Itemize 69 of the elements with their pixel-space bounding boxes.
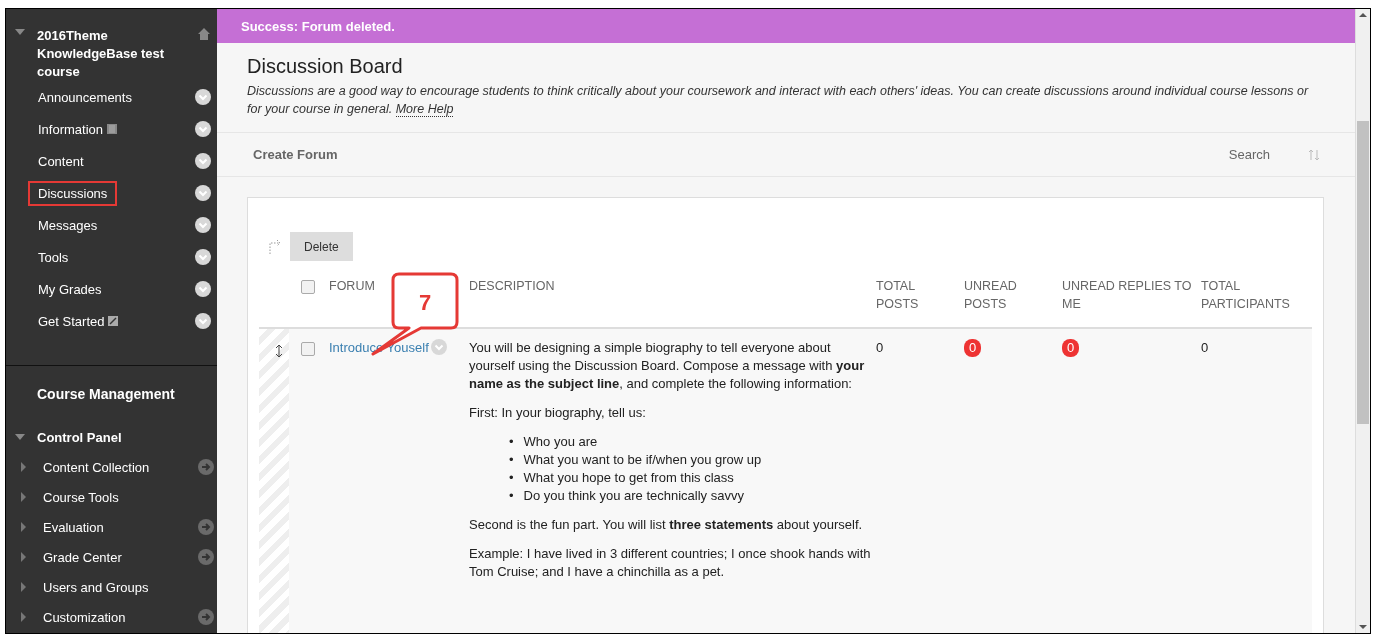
column-header[interactable]: TOTAL POSTS	[876, 277, 964, 313]
page-title: Discussion Board	[247, 55, 404, 78]
bullet: •	[509, 433, 514, 451]
column-header[interactable]: UNREAD POSTS	[964, 277, 1062, 313]
menu-item[interactable]: Customization	[43, 609, 198, 625]
menu-item[interactable]: Grade Center	[43, 549, 198, 565]
menu-item[interactable]: Content Collection	[43, 459, 198, 475]
selection-arrow-icon	[269, 238, 282, 255]
chevron-down-icon[interactable]	[195, 185, 211, 201]
bullet: •	[509, 487, 514, 505]
row-checkbox[interactable]	[301, 342, 315, 356]
sort-icon[interactable]	[1308, 148, 1320, 161]
menu-item[interactable]: Tools	[28, 244, 79, 270]
description-text: Example: I have lived in 3 different countries; I once shook hands with Tom Cruise; and I have a chinchilla as a pet.	[469, 545, 872, 581]
menu-item[interactable]: Messages	[28, 212, 108, 238]
expand-triangle-icon[interactable]	[15, 432, 25, 442]
menu-item[interactable]: Discussions	[28, 180, 118, 206]
create-forum-button[interactable]: Create Forum	[253, 147, 1229, 162]
chevron-down-icon[interactable]	[195, 313, 211, 329]
description-text: Second is the fun part. You will list three statements about yourself.	[469, 516, 864, 534]
unread-count-badge[interactable]: 0	[964, 339, 982, 357]
arrow-right-icon[interactable]	[198, 519, 214, 535]
grid-icon	[107, 124, 118, 134]
drag-handle-icon[interactable]	[275, 344, 283, 358]
help-link[interactable]: More Help	[395, 102, 454, 117]
menu-item[interactable]: Information	[28, 116, 114, 142]
chevron-down-icon[interactable]	[195, 249, 211, 265]
column-header[interactable]: DESCRIPTION	[469, 277, 561, 295]
select-all-checkbox[interactable]	[301, 280, 315, 294]
success-message: Success: Forum deleted.	[241, 18, 395, 34]
list-item: Do you think you are technically savvy	[523, 487, 744, 505]
section-heading: Course Management	[36, 386, 176, 404]
scrollbar-thumb[interactable]	[1357, 121, 1369, 424]
arrow-right-icon[interactable]	[198, 609, 214, 625]
delete-button[interactable]: Delete	[290, 232, 353, 261]
menu-item[interactable]: My Grades	[28, 276, 112, 302]
menu-item[interactable]: Evaluation	[43, 519, 198, 535]
home-icon[interactable]	[197, 27, 211, 41]
menu-item[interactable]: Users and Groups	[43, 579, 214, 595]
list-item: What you want to be if/when you grow up	[523, 451, 762, 469]
page-description: Discussions are a good way to encourage students to think critically about your coursework and interact with each others' ideas. You can create discussions around individual course lessons or for your course in general. More Help	[247, 83, 1310, 118]
panel-heading[interactable]: Control Panel	[37, 429, 122, 445]
arrow-right-icon[interactable]	[198, 549, 214, 565]
description-text: First: In your biography, tell us:	[469, 404, 647, 422]
table-cell-text: 0	[1201, 339, 1210, 357]
chevron-down-icon[interactable]	[195, 217, 211, 233]
bullet: •	[509, 469, 514, 487]
unread-count-badge[interactable]: 0	[1062, 339, 1080, 357]
edit-icon	[108, 316, 119, 326]
arrow-right-icon[interactable]	[198, 459, 214, 475]
column-header[interactable]: UNREAD REPLIES TO ME	[1062, 277, 1201, 313]
menu-item[interactable]: Content	[28, 148, 94, 174]
table-cell-text: 0	[876, 339, 885, 357]
chevron-down-icon[interactable]	[195, 281, 211, 297]
column-header[interactable]: FORUM	[329, 277, 381, 295]
expand-triangle-icon[interactable]	[15, 27, 25, 37]
list-item: What you hope to get from this class	[523, 469, 734, 487]
menu-item[interactable]: Course Tools	[43, 489, 214, 505]
description-text: You will be designing a simple biography to tell everyone about yourself using the Discussion Board. Compose a message with your name as the subject line, and complete the following information:	[469, 339, 866, 393]
menu-item[interactable]: Get Started	[28, 308, 115, 334]
chevron-down-icon[interactable]	[195, 153, 211, 169]
chevron-down-icon[interactable]	[195, 89, 211, 105]
list-item: Who you are	[523, 433, 598, 451]
chevron-down-icon[interactable]	[195, 121, 211, 137]
menu-item[interactable]: Announcements	[28, 84, 142, 110]
column-header[interactable]: TOTAL PARTICIPANTS	[1201, 277, 1312, 313]
bullet: •	[509, 451, 514, 469]
course-title[interactable]: 2016Theme KnowledgeBase test course	[37, 27, 197, 81]
search-button[interactable]: Search	[1228, 147, 1270, 162]
